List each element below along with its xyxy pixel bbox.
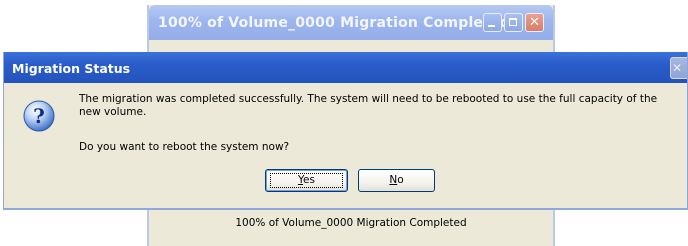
focus-rectangle [270, 173, 343, 188]
minimize-icon [484, 14, 501, 31]
question-icon: ? [23, 100, 55, 132]
no-label: o [397, 174, 404, 186]
dialog-titlebar[interactable]: Migration Status ✕ [4, 52, 687, 83]
migration-status-dialog: Migration Status ✕ ? The migration was c… [3, 52, 688, 210]
background-window-titlebar[interactable]: 100% of Volume_0000 Migration Completed … [149, 5, 553, 40]
migration-status-text: 100% of Volume_0000 Migration Completed [235, 217, 467, 229]
yes-button[interactable]: Yes [265, 169, 348, 192]
maximize-button[interactable] [504, 13, 523, 32]
dialog-title: Migration Status [12, 61, 131, 76]
minimize-button[interactable] [483, 13, 502, 32]
no-button[interactable]: No [358, 169, 435, 192]
background-window-title: 100% of Volume_0000 Migration Completed [158, 15, 510, 31]
close-icon: ✕ [672, 61, 683, 75]
svg-text:?: ? [33, 104, 45, 128]
dialog-question: Do you want to reboot the system now? [79, 141, 290, 153]
dialog-message: The migration was completed successfully… [79, 93, 658, 118]
close-icon: ✕ [529, 15, 540, 30]
dialog-close-button[interactable]: ✕ [670, 57, 687, 79]
maximize-icon [505, 14, 522, 31]
background-close-button[interactable]: ✕ [525, 13, 544, 32]
